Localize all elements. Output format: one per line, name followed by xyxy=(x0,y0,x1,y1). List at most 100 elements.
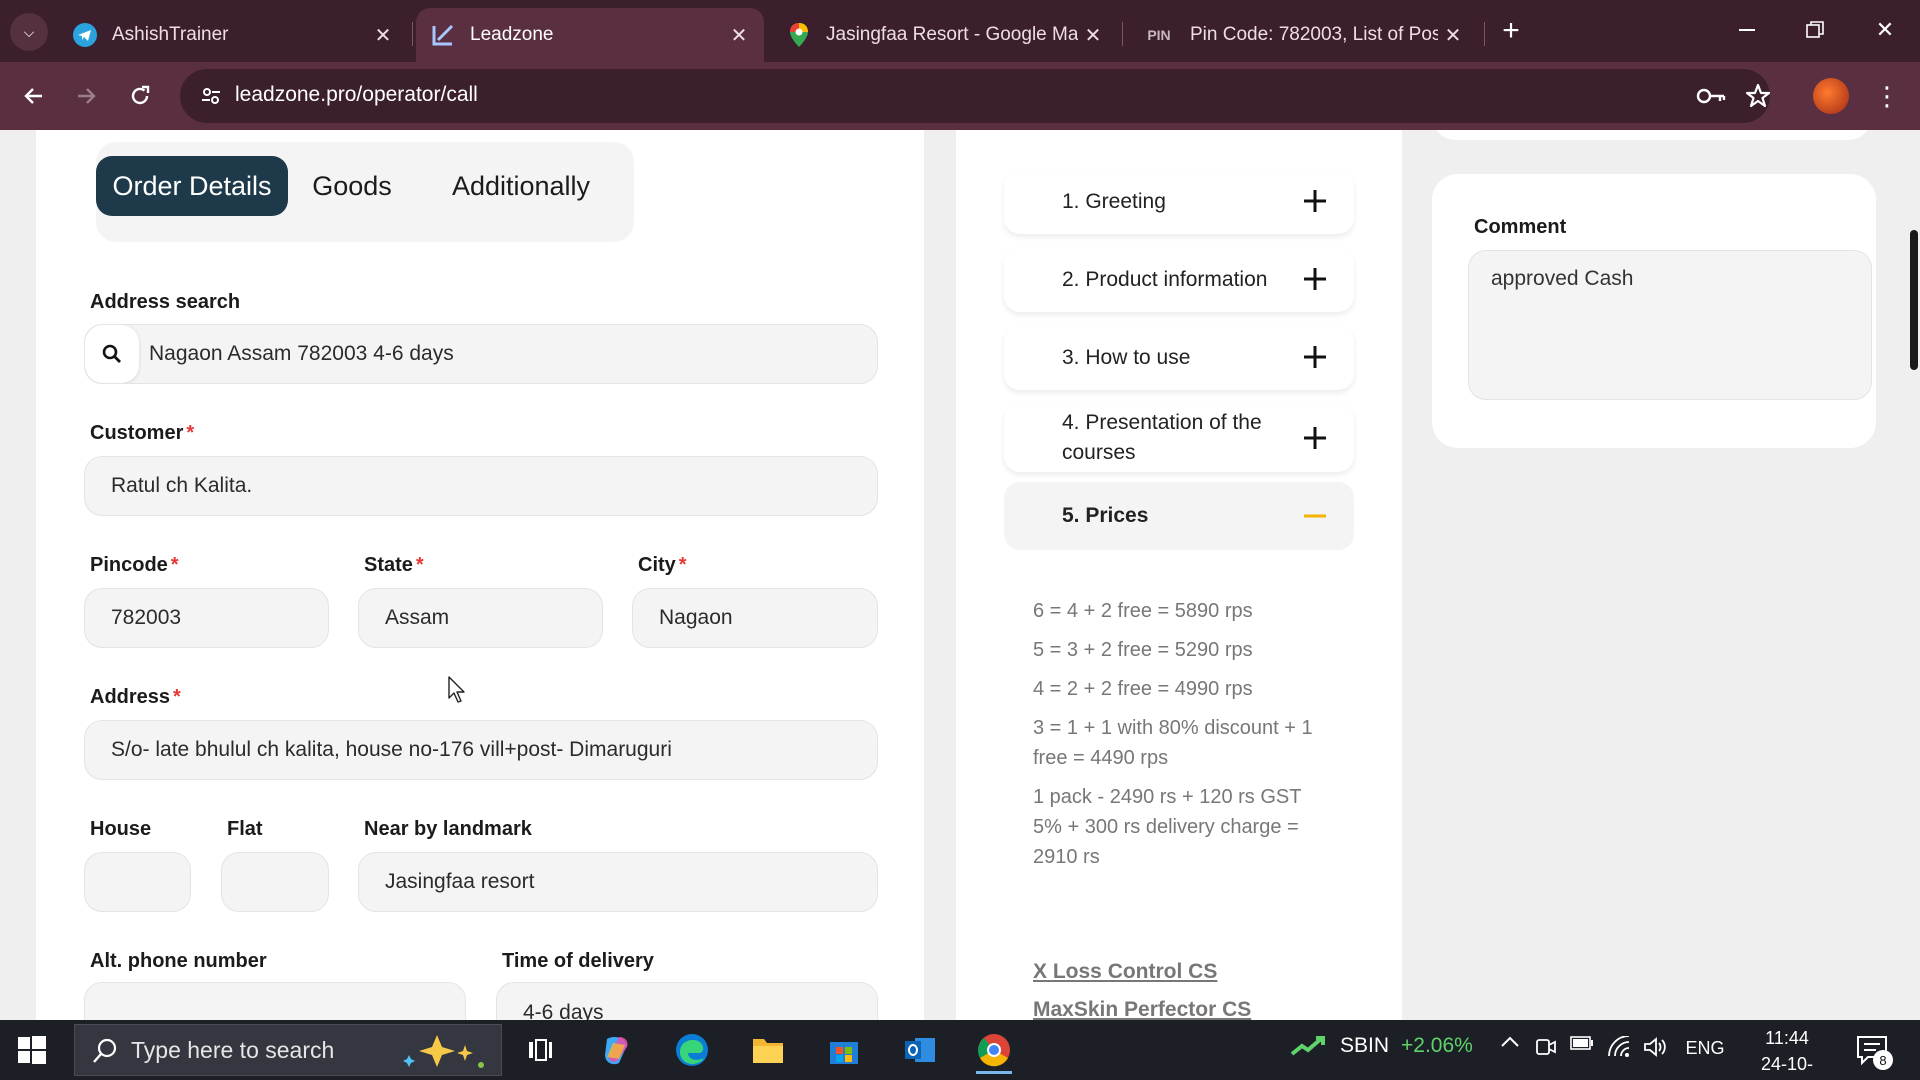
close-tab-icon[interactable]: ✕ xyxy=(1438,23,1468,48)
close-window-icon[interactable]: ✕ xyxy=(1862,10,1908,50)
tab-separator xyxy=(1122,22,1123,46)
windows-start-icon[interactable] xyxy=(16,1034,48,1066)
address-value: S/o- late bhulul ch kalita, house no-176… xyxy=(111,738,672,761)
script-section-prices[interactable]: 5. Prices xyxy=(1004,482,1354,550)
bookmark-star-icon[interactable] xyxy=(1743,81,1773,111)
taskbar-search-box[interactable]: Type here to search xyxy=(74,1024,502,1076)
alt-phone-input[interactable] xyxy=(84,982,466,1020)
stock-up-chart-icon xyxy=(1290,1036,1325,1056)
reload-icon[interactable] xyxy=(120,76,160,116)
tab-title: Leadzone xyxy=(470,24,554,45)
city-input[interactable]: Nagaon xyxy=(632,588,878,648)
browser-tab-leadzone[interactable]: Leadzone ✕ xyxy=(416,8,764,62)
site-info-icon[interactable] xyxy=(196,81,226,111)
search-icon xyxy=(102,344,121,363)
landmark-label: Near by landmark xyxy=(364,818,532,840)
tab-goods[interactable]: Goods xyxy=(296,156,408,216)
tab-title: Jasingfaa Resort - Google Maps xyxy=(826,24,1078,45)
edge-browser-icon[interactable] xyxy=(666,1026,718,1074)
script-section-how-to-use[interactable]: 3. How to use xyxy=(1004,326,1354,390)
copilot-icon[interactable] xyxy=(590,1026,642,1074)
browser-toolbar: leadzone.pro/operator/call ⋮ xyxy=(0,62,1920,130)
url-text: leadzone.pro/operator/call xyxy=(235,83,478,106)
close-tab-icon[interactable]: ✕ xyxy=(368,23,398,48)
flat-input[interactable] xyxy=(221,852,329,912)
stock-ticker-widget[interactable]: SBIN +2.06% xyxy=(1290,1034,1473,1058)
script-section-greeting[interactable]: 1. Greeting xyxy=(1004,170,1354,234)
browser-tab-pin-code[interactable]: PIN Pin Code: 782003, List of Post O ✕ xyxy=(1128,8,1478,62)
alt-phone-label: Alt. phone number xyxy=(90,950,267,972)
delivery-time-input[interactable]: 4-6 days xyxy=(496,982,878,1020)
customer-value: Ratul ch Kalita. xyxy=(111,474,253,497)
windows-taskbar: Type here to search SBIN +2.06% ENG 11:4… xyxy=(0,1020,1920,1080)
tab-additionally[interactable]: Additionally xyxy=(416,156,626,216)
leadzone-icon xyxy=(430,22,456,48)
price-line: 6 = 4 + 2 free = 5890 rps xyxy=(1033,600,1253,622)
product-link-maxskin-perfector[interactable]: MaxSkin Perfector CS xyxy=(1033,998,1251,1020)
state-input[interactable]: Assam xyxy=(358,588,603,648)
right-panel-top-card xyxy=(1432,130,1872,140)
city-label: City * xyxy=(638,554,687,576)
close-tab-icon[interactable]: ✕ xyxy=(1078,23,1108,48)
stock-symbol: SBIN xyxy=(1340,1034,1390,1057)
section-title: 5. Prices xyxy=(1062,504,1149,527)
browser-tab-google-maps[interactable]: Jasingfaa Resort - Google Maps ✕ xyxy=(772,8,1118,62)
browser-tab-ashishtrainer[interactable]: AshishTrainer ✕ xyxy=(58,8,408,62)
close-tab-icon[interactable]: ✕ xyxy=(724,23,754,48)
pincode-input[interactable]: 782003 xyxy=(84,588,329,648)
address-search-label: Address search xyxy=(90,291,241,313)
minimize-icon[interactable] xyxy=(1724,10,1770,50)
search-icon xyxy=(93,1038,117,1063)
product-link-x-loss-control[interactable]: X Loss Control CS xyxy=(1033,960,1217,984)
forward-arrow-icon[interactable] xyxy=(66,76,106,116)
tray-overflow-chevron-icon[interactable] xyxy=(1496,1036,1524,1048)
tab-search-chevron-icon[interactable]: ⌵ xyxy=(10,13,48,51)
wifi-icon[interactable] xyxy=(1604,1036,1634,1058)
tab-order-details[interactable]: Order Details xyxy=(96,156,288,216)
clock-time: 11:44 xyxy=(1765,1028,1809,1048)
expand-plus-icon xyxy=(1304,346,1326,368)
house-input[interactable] xyxy=(84,852,191,912)
landmark-input[interactable]: Jasingfaa resort xyxy=(358,852,878,912)
script-section-product-information[interactable]: 2. Product information xyxy=(1004,248,1354,312)
customer-label: Customer * xyxy=(90,422,195,444)
tab-title: AshishTrainer xyxy=(112,24,229,45)
browser-menu-icon[interactable]: ⋮ xyxy=(1872,76,1902,116)
section-title: 2. Product information xyxy=(1062,268,1268,291)
battery-icon[interactable] xyxy=(1568,1036,1596,1050)
mouse-cursor-icon xyxy=(448,676,465,703)
volume-icon[interactable] xyxy=(1640,1036,1670,1058)
taskbar-clock[interactable]: 11:44 24-10-2025 xyxy=(1742,1025,1832,1080)
pincode-label: Pincode * xyxy=(90,554,179,576)
microsoft-store-icon[interactable] xyxy=(818,1026,870,1074)
expand-plus-icon xyxy=(1304,190,1326,212)
outlook-icon[interactable] xyxy=(894,1026,946,1074)
back-arrow-icon[interactable] xyxy=(14,76,54,116)
new-tab-plus-icon[interactable]: + xyxy=(1494,14,1528,48)
comment-label: Comment xyxy=(1474,216,1567,238)
chrome-icon[interactable] xyxy=(968,1026,1020,1074)
price-line: 5 = 3 + 2 free = 5290 rps xyxy=(1033,639,1253,661)
flat-label: Flat xyxy=(227,818,263,840)
collapse-minus-icon xyxy=(1304,514,1326,518)
address-bar[interactable]: leadzone.pro/operator/call xyxy=(180,69,1773,123)
house-label: House xyxy=(90,818,152,840)
restore-icon[interactable] xyxy=(1792,10,1838,50)
tab-separator xyxy=(412,22,413,46)
profile-avatar[interactable] xyxy=(1813,78,1849,114)
file-explorer-icon[interactable] xyxy=(742,1026,794,1074)
language-indicator[interactable]: ENG xyxy=(1680,1038,1730,1059)
address-input[interactable]: S/o- late bhulul ch kalita, house no-176… xyxy=(84,720,878,780)
script-section-presentation-of-courses[interactable]: 4. Presentation of the courses xyxy=(1004,404,1354,472)
address-search-input[interactable]: Nagaon Assam 782003 4-6 days xyxy=(84,324,878,384)
page-scrollbar-thumb[interactable] xyxy=(1910,230,1918,370)
expand-plus-icon xyxy=(1304,268,1326,290)
comment-textarea[interactable]: approved Cash xyxy=(1468,250,1872,400)
search-button[interactable] xyxy=(85,325,139,383)
delivery-time-label: Time of delivery xyxy=(502,950,654,972)
task-view-icon[interactable] xyxy=(514,1026,566,1074)
meet-now-icon[interactable] xyxy=(1532,1036,1560,1058)
customer-input[interactable]: Ratul ch Kalita. xyxy=(84,456,878,516)
password-key-icon[interactable] xyxy=(1696,81,1726,111)
city-value: Nagaon xyxy=(659,606,733,629)
